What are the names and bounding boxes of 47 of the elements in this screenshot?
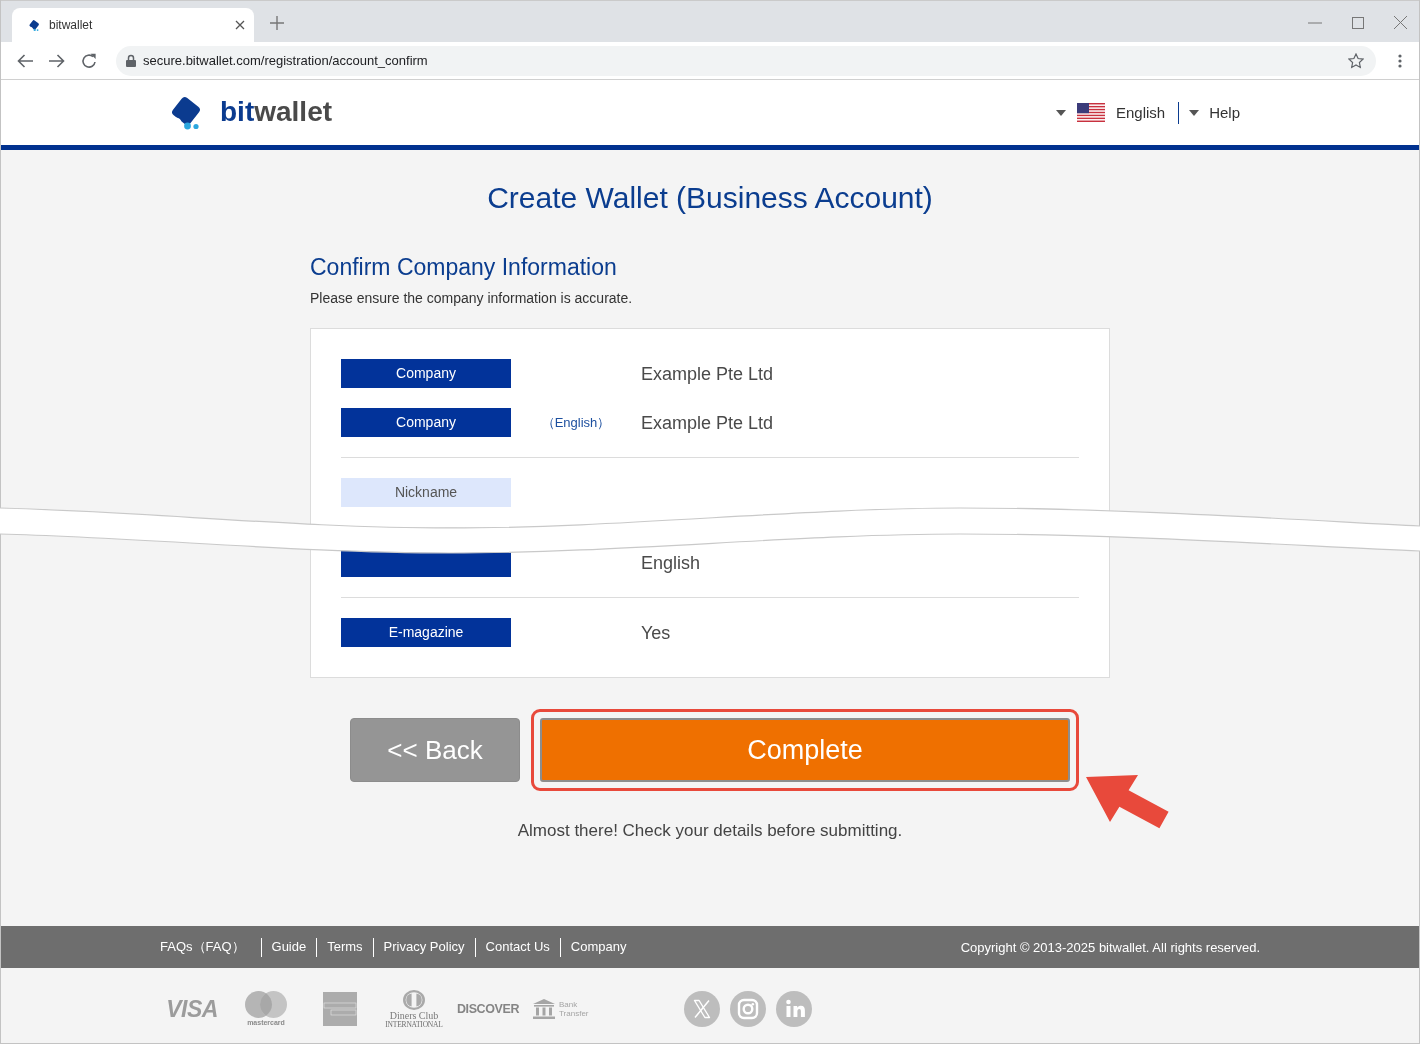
footer-link[interactable]: Terms [317, 938, 373, 956]
close-icon[interactable] [1394, 16, 1407, 29]
footer-link[interactable]: FAQs（FAQ） [160, 938, 261, 956]
back-button[interactable]: << Back [350, 718, 520, 782]
back-arrow-icon[interactable] [17, 53, 33, 68]
label-bar: Company [341, 408, 511, 437]
field-value: English [641, 552, 701, 573]
two-circles-icon [245, 991, 287, 1018]
payment-logo-text: VISA [166, 995, 218, 1023]
label-bar: E-magazine [341, 618, 511, 647]
bank-icon [533, 999, 555, 1019]
close-icon[interactable] [235, 20, 245, 30]
hint-text: Almost there! Check your details before submitting. [517, 821, 903, 840]
card-logo-icon [323, 992, 357, 1026]
caret-down-icon[interactable] [1055, 109, 1066, 116]
flag-icon [1076, 103, 1105, 122]
lock-icon [126, 54, 136, 67]
footer-link[interactable]: Company [560, 938, 637, 956]
label-bar: Nickname [341, 478, 511, 507]
address-bar[interactable]: secure.bitwallet.com/registration/account_confirm [116, 45, 1376, 76]
browser-tab[interactable]: bitwallet [12, 8, 254, 42]
payment-logo-text: Bank Transfer [559, 1000, 590, 1018]
field-value: Yes [641, 622, 671, 643]
payment-logo-text: DISCOVER [456, 1002, 520, 1016]
reload-icon[interactable] [81, 52, 97, 69]
ring-logo-icon [403, 989, 425, 1010]
footer-link[interactable]: Guide [261, 938, 317, 956]
footer-link[interactable]: Privacy Policy [373, 938, 475, 956]
more-menu-icon[interactable] [1398, 53, 1402, 68]
star-icon[interactable] [1348, 52, 1364, 69]
sub-label: （English） [541, 414, 611, 430]
forward-arrow-icon[interactable] [49, 53, 65, 68]
label-bar: Company [341, 359, 511, 388]
logo-wordmark: bitwallet [220, 95, 333, 128]
caret-down-icon[interactable] [1189, 109, 1200, 116]
payment-logo-text: Diners Club [389, 1009, 439, 1021]
complete-button[interactable]: Complete [540, 718, 1070, 782]
field-value: Example Pte Ltd [641, 363, 774, 384]
help-link[interactable]: Help [1209, 104, 1240, 121]
section-heading: Confirm Company Information [310, 253, 617, 281]
footer-link[interactable]: Contact Us [475, 938, 560, 956]
copyright-text: Copyright © 2013-2025 bitwallet. All rights reserved. [960, 939, 1260, 955]
field-value: Example Pte Ltd [641, 412, 774, 433]
intro-text: Please ensure the company information is accurate. [310, 290, 633, 306]
language-link[interactable]: English [1115, 104, 1166, 121]
page-title: Create Wallet (Business Account) [487, 180, 933, 216]
maximize-icon[interactable] [1352, 16, 1364, 29]
